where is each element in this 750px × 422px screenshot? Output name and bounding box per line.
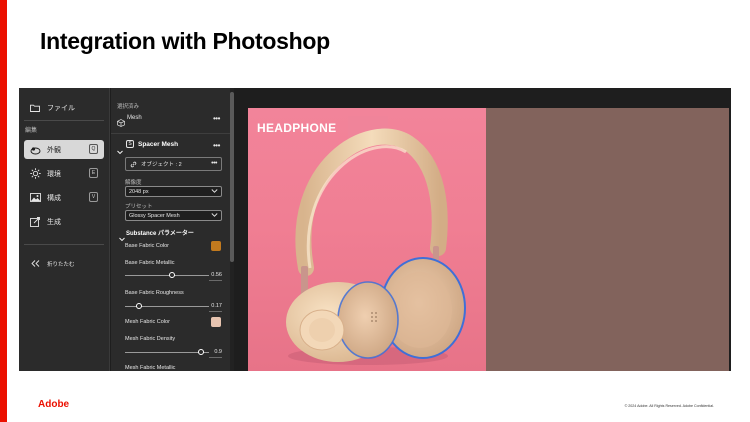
sidebar-item-generate[interactable]: 生成	[24, 212, 104, 231]
param-label: Mesh Fabric Density	[125, 336, 176, 342]
preset-value: Glossy Spacer Mesh	[129, 212, 180, 219]
app-window: ファイル 編集 外観 Q 環境 E 構成 V 生成 折りたたむ 選択済み Mes…	[19, 88, 731, 371]
slider-value[interactable]: 0.17	[211, 303, 222, 309]
sidebar-item-composition[interactable]: 構成 V	[24, 188, 104, 207]
image-icon	[29, 192, 41, 204]
group-title: Spacer Mesh	[138, 141, 179, 148]
appearance-icon	[29, 144, 41, 156]
panel-divider	[111, 133, 230, 134]
slider-value-underline	[209, 357, 222, 358]
sidebar-item-environment-label: 環境	[47, 170, 61, 178]
param-label: Base Fabric Color	[125, 243, 170, 249]
resolution-select[interactable]: 2048 px	[125, 186, 222, 197]
object-link-field[interactable]: オブジェクト : 2 •••	[125, 157, 222, 171]
sun-icon	[29, 168, 41, 180]
sidebar: ファイル 編集 外観 Q 環境 E 構成 V 生成 折りたたむ	[19, 88, 110, 371]
chevron-down-icon	[211, 188, 218, 196]
brand-accent-bar	[0, 0, 7, 422]
chevron-down-icon	[117, 142, 123, 160]
folder-icon	[29, 102, 41, 114]
sidebar-item-appearance[interactable]: 外観 Q	[24, 140, 104, 159]
slider-value-underline	[209, 311, 222, 312]
sidebar-file-label: ファイル	[47, 104, 75, 112]
canvas-viewport[interactable]: HEADPHONE	[248, 108, 729, 371]
double-chevron-left-icon	[29, 258, 41, 270]
slide-title: Integration with Photoshop	[40, 28, 330, 54]
slider-handle[interactable]	[136, 303, 143, 309]
slider-handle[interactable]	[197, 349, 204, 355]
shortcut-badge: V	[89, 192, 98, 202]
shortcut-badge: Q	[89, 144, 98, 154]
sidebar-divider	[24, 244, 104, 245]
cube-icon	[117, 114, 125, 132]
slider-value[interactable]: 0.56	[211, 272, 222, 278]
group-more-options-icon[interactable]: •••	[213, 142, 220, 150]
color-swatch[interactable]	[211, 241, 221, 251]
sidebar-file-menu[interactable]: ファイル	[24, 98, 104, 117]
object-link-more-icon[interactable]: •••	[211, 160, 217, 167]
link-icon	[130, 161, 137, 168]
sidebar-item-composition-label: 構成	[47, 194, 61, 202]
selection-label: 選択済み	[117, 104, 140, 110]
chevron-down-icon	[211, 212, 218, 220]
selection-value: Mesh	[127, 115, 142, 121]
slider-handle[interactable]	[169, 272, 176, 278]
sidebar-collapse-label: 折りたたむ	[47, 261, 75, 268]
substance-params-title: Substance パラメーター	[126, 231, 194, 237]
resolution-label: 解像度	[125, 180, 142, 186]
sidebar-section-label: 編集	[25, 128, 38, 134]
color-swatch[interactable]	[211, 317, 221, 327]
headphones-model[interactable]	[248, 108, 729, 371]
param-label: Base Fabric Metallic	[125, 260, 175, 266]
slider-value[interactable]: 0.9	[211, 349, 222, 355]
slider-track[interactable]	[125, 352, 209, 353]
preset-select[interactable]: Glossy Spacer Mesh	[125, 210, 222, 221]
resolution-value: 2048 px	[129, 188, 149, 195]
generate-icon	[29, 216, 41, 228]
sidebar-collapse-button[interactable]: 折りたたむ	[24, 254, 104, 273]
slider-track[interactable]	[125, 275, 209, 276]
param-label: Mesh Fabric Metallic	[125, 365, 176, 371]
footer-copyright: © 2024 Adobe. All Rights Reserved. Adobe…	[624, 404, 714, 408]
panel-scrollbar-thumb[interactable]	[230, 92, 234, 262]
sidebar-divider	[24, 120, 104, 121]
more-options-icon[interactable]: •••	[213, 115, 220, 123]
param-label: Base Fabric Roughness	[125, 290, 184, 296]
slider-value-underline	[209, 280, 222, 281]
param-label: Mesh Fabric Color	[125, 319, 170, 325]
object-link-value: オブジェクト : 2	[141, 162, 182, 168]
properties-panel: 選択済み Mesh ••• S Spacer Mesh ••• オブジェクト :…	[111, 88, 230, 371]
preset-label: プリセット	[125, 204, 153, 210]
adobe-logo: Adobe	[38, 399, 70, 410]
sidebar-item-generate-label: 生成	[47, 218, 61, 226]
sidebar-item-appearance-label: 外観	[47, 146, 61, 154]
shortcut-badge: E	[89, 168, 98, 178]
substance-material-icon: S	[126, 140, 134, 148]
sidebar-item-environment[interactable]: 環境 E	[24, 164, 104, 183]
